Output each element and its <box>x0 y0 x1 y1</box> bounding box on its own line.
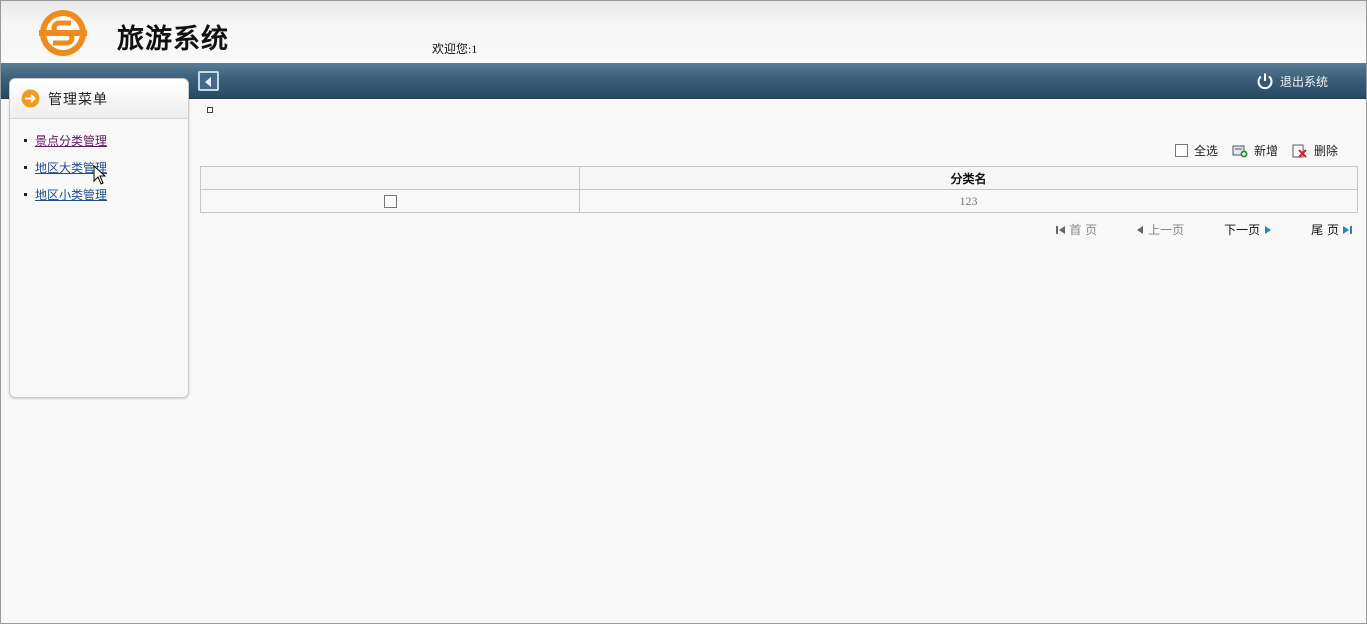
arrow-right-icon <box>21 89 40 108</box>
logo-icon <box>39 10 87 56</box>
select-all-checkbox[interactable] <box>1174 144 1188 157</box>
logout-label: 退出系统 <box>1279 74 1328 89</box>
sidebar-item-region-minor: 地区小类管理 <box>24 181 188 208</box>
select-all-label: 全选 <box>1193 144 1218 158</box>
breadcrumb-marker <box>207 107 213 113</box>
header: 旅游系统 欢迎您:1 <box>1 1 1366 63</box>
table-cell-select <box>200 189 580 213</box>
sidebar-header: 管理菜单 <box>10 79 188 119</box>
first-page-button[interactable]: 首 页 <box>1056 221 1097 238</box>
add-label: 新增 <box>1253 144 1278 158</box>
add-button[interactable]: 新增 <box>1232 142 1278 159</box>
category-table: 分类名 123 <box>200 166 1358 213</box>
row-checkbox[interactable] <box>383 195 397 209</box>
logout-button[interactable]: 退出系统 <box>1256 72 1328 90</box>
last-page-icon <box>1343 225 1352 234</box>
bullet <box>24 193 27 196</box>
bullet <box>24 166 27 169</box>
prev-page-label: 上一页 <box>1148 223 1185 237</box>
welcome-text: 欢迎您:1 <box>432 42 478 56</box>
delete-button[interactable]: 删除 <box>1292 142 1338 159</box>
delete-label: 删除 <box>1313 144 1338 158</box>
top-bar: 退出系统 <box>1 63 1366 99</box>
first-page-icon <box>1056 225 1066 234</box>
last-page-button[interactable]: 尾 页 <box>1311 221 1352 238</box>
toolbar: 全选 新增 删除 <box>1174 142 1338 159</box>
sidebar-link-region-minor[interactable]: 地区小类管理 <box>35 186 107 203</box>
delete-icon <box>1292 144 1307 158</box>
power-icon <box>1257 73 1273 90</box>
table-header-row: 分类名 <box>200 166 1358 190</box>
sidebar: 管理菜单 景点分类管理 地区大类管理 地区小类管理 <box>9 78 189 398</box>
next-page-label: 下一页 <box>1224 223 1261 237</box>
pagination: 首 页 上一页 下一页 尾 页 <box>1056 221 1352 238</box>
next-page-button[interactable]: 下一页 <box>1224 221 1273 238</box>
sidebar-title: 管理菜单 <box>48 91 108 108</box>
prev-page-icon <box>1137 225 1144 234</box>
table-cell-category-name: 123 <box>579 189 1358 213</box>
collapse-sidebar-button[interactable] <box>198 71 219 91</box>
table-header-category-name: 分类名 <box>579 166 1358 190</box>
sidebar-menu: 景点分类管理 地区大类管理 地区小类管理 <box>10 119 188 208</box>
bullet <box>24 139 27 142</box>
sidebar-item-scenic-category: 景点分类管理 <box>24 127 188 154</box>
add-icon <box>1232 145 1248 157</box>
sidebar-link-scenic-category[interactable]: 景点分类管理 <box>35 132 107 149</box>
select-all-button[interactable]: 全选 <box>1174 142 1218 159</box>
mouse-cursor-icon <box>93 165 107 185</box>
table-row: 123 <box>200 189 1358 213</box>
last-page-label: 尾 页 <box>1311 223 1339 237</box>
next-page-icon <box>1265 225 1272 234</box>
prev-page-button[interactable]: 上一页 <box>1135 221 1184 238</box>
table-header-select <box>200 166 580 190</box>
first-page-label: 首 页 <box>1069 223 1098 237</box>
app-title: 旅游系统 <box>117 24 229 55</box>
